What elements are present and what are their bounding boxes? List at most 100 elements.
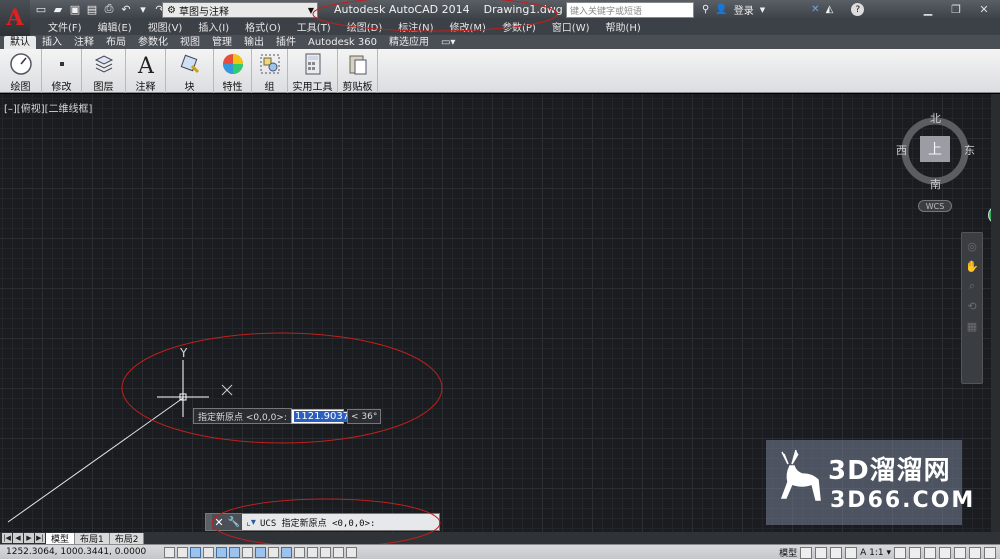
- lock-ui-icon[interactable]: [939, 546, 951, 559]
- workspace-select[interactable]: ⚙ 草图与注释 ▼: [162, 2, 318, 18]
- grid-toggle[interactable]: [190, 546, 201, 558]
- dyn-toggle[interactable]: [281, 546, 292, 558]
- undo-icon[interactable]: ↶: [119, 2, 133, 16]
- ribbon-tab[interactable]: 插入: [36, 36, 68, 49]
- quick-view-layouts-icon[interactable]: [800, 546, 813, 559]
- steering-wheel-icon[interactable]: ◎: [965, 239, 979, 253]
- ribbon-tab[interactable]: 默认: [4, 36, 36, 49]
- annotation-monitor-toggle[interactable]: [346, 546, 357, 558]
- ribbon-panel-utilities[interactable]: 实用工具: [288, 49, 338, 93]
- layout-tab[interactable]: 布局2: [109, 533, 145, 545]
- ribbon-tab[interactable]: 输出: [238, 36, 270, 49]
- menu-item[interactable]: 插入(I): [190, 19, 237, 34]
- annotation-scale[interactable]: A 1:1 ▾: [860, 548, 891, 558]
- zoom-extents-icon[interactable]: ⌕: [965, 279, 979, 293]
- autodesk-a360-icon[interactable]: ◭: [826, 4, 834, 15]
- ribbon-panel-clipboard[interactable]: 剪贴板: [338, 49, 378, 93]
- selection-cycling-toggle[interactable]: [333, 546, 344, 558]
- menu-item[interactable]: 工具(T): [289, 19, 339, 34]
- layout-tab[interactable]: 布局1: [75, 533, 110, 545]
- transparency-toggle[interactable]: [307, 546, 318, 558]
- ribbon-tab[interactable]: 布局: [100, 36, 132, 49]
- help-button[interactable]: ?: [851, 3, 865, 16]
- orbit-icon[interactable]: ⟲: [965, 299, 979, 313]
- autoscale-icon[interactable]: [909, 546, 921, 559]
- layout-tab[interactable]: 模型: [46, 533, 76, 545]
- menu-item[interactable]: 窗口(W): [544, 19, 598, 34]
- zoom-status-icon[interactable]: [845, 546, 858, 559]
- close-icon[interactable]: ✕: [970, 0, 998, 18]
- viewcube-north[interactable]: 北: [930, 110, 941, 126]
- ribbon-tab[interactable]: 参数化: [132, 36, 174, 49]
- viewcube-east[interactable]: 东: [964, 142, 975, 158]
- menu-item[interactable]: 格式(O): [237, 19, 289, 34]
- new-file-icon[interactable]: ▭: [34, 2, 48, 16]
- next-layout-icon[interactable]: ▶: [24, 533, 34, 543]
- user-icon[interactable]: 👤: [715, 4, 727, 15]
- ribbon-options-icon[interactable]: ▭▾: [435, 36, 461, 49]
- save-as-icon[interactable]: ▤: [85, 2, 99, 16]
- viewcube[interactable]: 北 西 东 南 上 WCS: [892, 110, 982, 230]
- menu-item[interactable]: 视图(V): [140, 19, 191, 34]
- ortho-toggle[interactable]: [203, 546, 214, 558]
- lineweight-toggle[interactable]: [294, 546, 305, 558]
- print-icon[interactable]: ⎙: [102, 2, 116, 16]
- exchange-icon[interactable]: ✕: [811, 4, 819, 15]
- ribbon-tab[interactable]: 注释: [68, 36, 100, 49]
- 3d-osnap-toggle[interactable]: [242, 546, 253, 558]
- osnap-toggle[interactable]: [229, 546, 240, 558]
- menu-item[interactable]: 文件(F): [40, 19, 90, 34]
- snap-toggle[interactable]: [177, 546, 188, 558]
- recent-commands-icon[interactable]: ⌞▾: [242, 514, 260, 530]
- coordinate-readout[interactable]: 1252.3064, 1000.3441, 0.0000: [0, 547, 160, 557]
- drawing-area[interactable]: [–][俯视][二维线框] Y 北 西 东 南 上 WCS ◎ ✋ ⌕ ⟲ ▦ …: [0, 94, 1000, 532]
- ribbon-panel-draw[interactable]: 绘图: [0, 49, 42, 93]
- application-menu-button[interactable]: A: [0, 0, 30, 36]
- pan-status-icon[interactable]: [830, 546, 843, 559]
- quick-properties-toggle[interactable]: [320, 546, 331, 558]
- viewcube-south[interactable]: 南: [930, 176, 941, 192]
- first-layout-icon[interactable]: |◀: [2, 533, 12, 543]
- menu-item[interactable]: 编辑(E): [90, 19, 140, 34]
- workspace-switching-icon[interactable]: [924, 546, 936, 559]
- ribbon-tab[interactable]: 管理: [206, 36, 238, 49]
- viewcube-west[interactable]: 西: [896, 142, 907, 158]
- isolate-objects-icon[interactable]: [969, 546, 981, 559]
- ribbon-panel-layers[interactable]: 图层: [82, 49, 126, 93]
- viewcube-top-face[interactable]: 上: [920, 136, 950, 162]
- model-space-button[interactable]: 模型: [779, 546, 797, 559]
- save-icon[interactable]: ▣: [68, 2, 82, 16]
- annotation-visibility-icon[interactable]: [894, 546, 906, 559]
- menu-item[interactable]: 修改(M): [442, 19, 494, 34]
- clean-screen-icon[interactable]: [984, 546, 996, 559]
- signin-link[interactable]: 登录: [734, 2, 754, 17]
- ribbon-tab[interactable]: 视图: [174, 36, 206, 49]
- dynamic-input-angle-field[interactable]: < 36°: [347, 409, 381, 424]
- undo-dropdown-icon[interactable]: ▾: [136, 2, 150, 16]
- menu-item[interactable]: 参数(P): [494, 19, 544, 34]
- prev-layout-icon[interactable]: ◀: [13, 533, 23, 543]
- vertical-scrollbar[interactable]: [991, 94, 1000, 532]
- menu-item[interactable]: 绘图(D): [339, 19, 391, 34]
- open-file-icon[interactable]: ▰: [51, 2, 65, 16]
- polar-toggle[interactable]: [216, 546, 227, 558]
- showmotion-icon[interactable]: ▦: [965, 319, 979, 333]
- binoculars-icon[interactable]: ⚲: [702, 4, 709, 15]
- ribbon-panel-annotation[interactable]: A 注释: [126, 49, 166, 93]
- quick-view-drawings-icon[interactable]: [815, 546, 828, 559]
- chevron-down-icon[interactable]: ▼: [760, 6, 765, 14]
- infer-constraints-toggle[interactable]: [164, 546, 175, 558]
- ribbon-panel-group[interactable]: 组: [252, 49, 288, 93]
- pan-icon[interactable]: ✋: [965, 259, 979, 273]
- wrench-icon[interactable]: 🔧: [226, 514, 242, 530]
- restore-icon[interactable]: ❐: [942, 0, 970, 18]
- minimize-icon[interactable]: ▁: [914, 0, 942, 18]
- ribbon-panel-block[interactable]: 块: [166, 49, 214, 93]
- hardware-acceleration-icon[interactable]: [954, 546, 966, 559]
- menu-item[interactable]: 帮助(H): [598, 19, 649, 34]
- command-line[interactable]: ✕ 🔧 ⌞▾ UCS 指定新原点 <0,0,0>:: [205, 513, 440, 531]
- ribbon-tab[interactable]: 插件: [270, 36, 302, 49]
- wcs-menu[interactable]: WCS: [918, 200, 952, 212]
- last-layout-icon[interactable]: ▶|: [35, 533, 45, 543]
- ribbon-tab[interactable]: 精选应用: [383, 36, 435, 49]
